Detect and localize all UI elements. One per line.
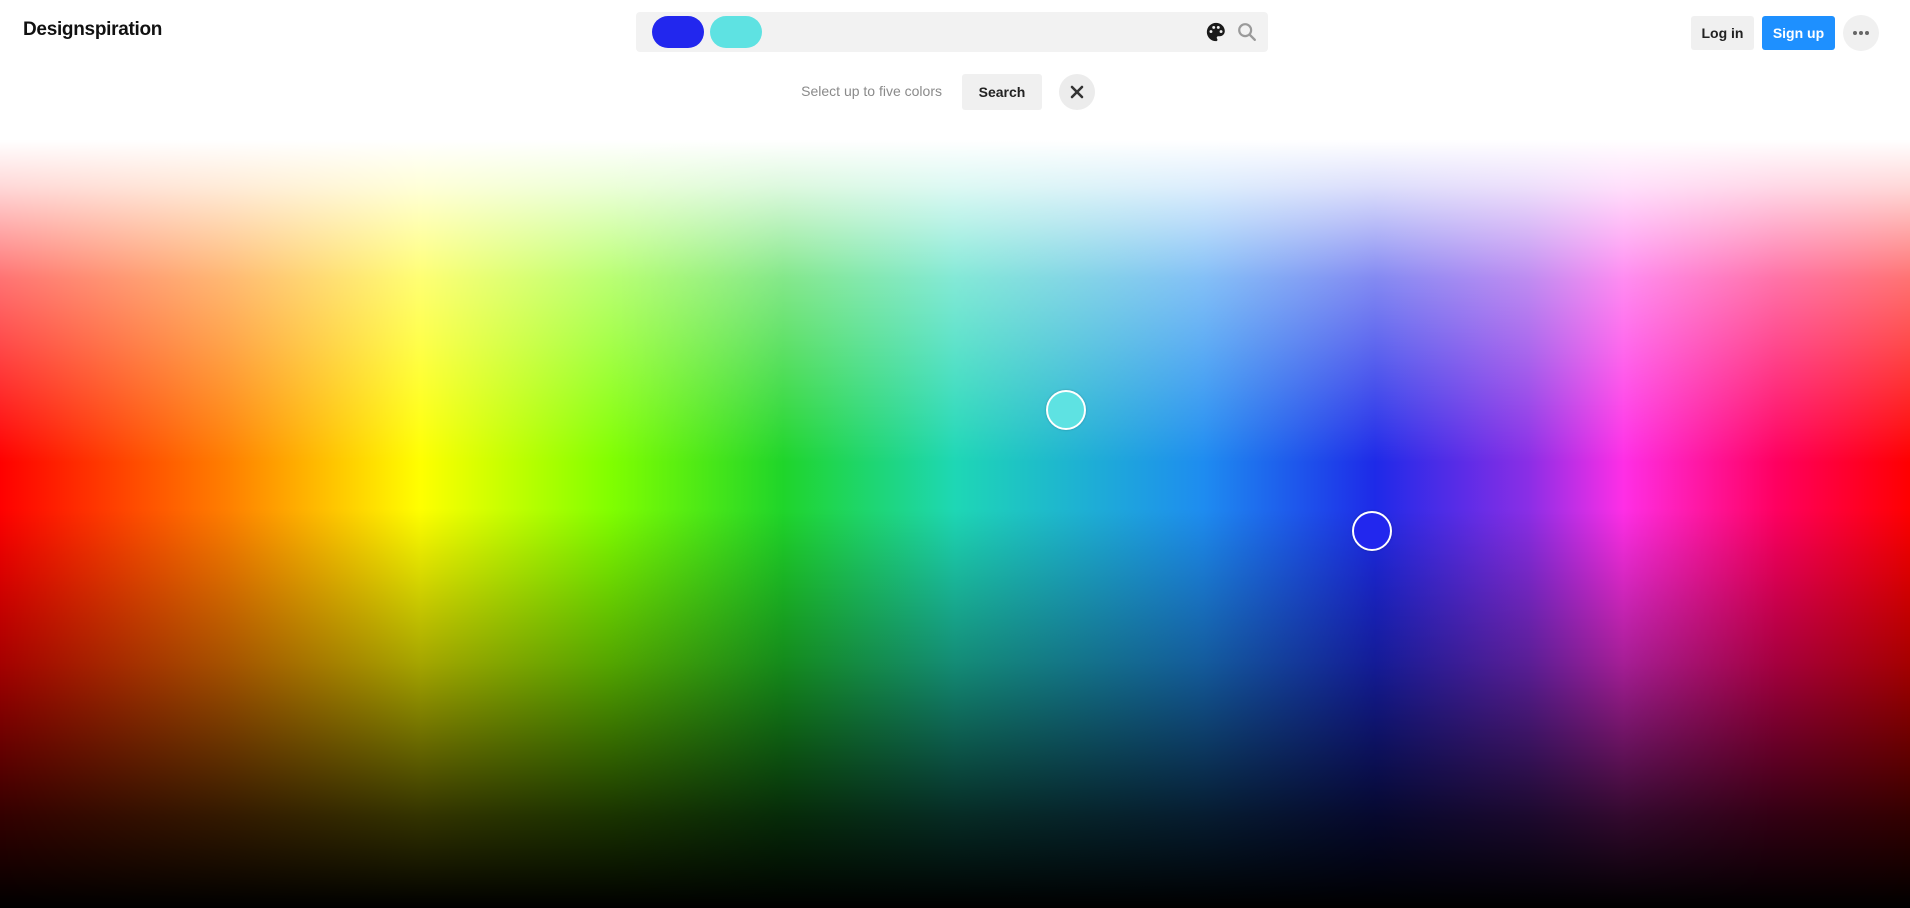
header: Designspiration Log in Sign up: [0, 0, 1910, 64]
color-hint: Select up to five colors: [801, 83, 942, 99]
palette-icon[interactable]: [1205, 21, 1227, 43]
color-marker[interactable]: [1046, 390, 1086, 430]
selected-color-chip[interactable]: [710, 16, 762, 48]
color-picker-field[interactable]: [0, 140, 1910, 908]
close-button[interactable]: [1059, 74, 1095, 110]
ellipsis-icon: [1853, 31, 1869, 35]
logo[interactable]: Designspiration: [23, 19, 162, 41]
login-button[interactable]: Log in: [1691, 16, 1754, 50]
color-search-bar[interactable]: [636, 12, 1268, 52]
search-icon[interactable]: [1236, 21, 1258, 43]
selected-color-chip[interactable]: [652, 16, 704, 48]
darkness-overlay: [0, 140, 1910, 908]
search-button[interactable]: Search: [962, 74, 1042, 110]
signup-button[interactable]: Sign up: [1762, 16, 1835, 50]
close-icon: [1070, 85, 1084, 99]
color-marker[interactable]: [1352, 511, 1392, 551]
page: Designspiration Log in Sign up Select up…: [0, 0, 1910, 908]
more-button[interactable]: [1843, 15, 1879, 51]
